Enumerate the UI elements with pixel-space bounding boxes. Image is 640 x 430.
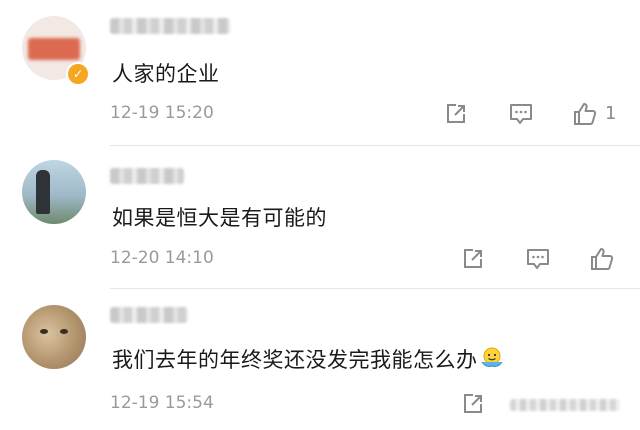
comment-timestamp: 12-19 15:54 [110,393,214,413]
verified-badge-icon: ✓ [66,62,90,86]
avatar[interactable] [22,305,86,369]
comment-text: 人家的企业 [112,62,220,86]
share-icon[interactable] [443,101,469,127]
avatar[interactable] [22,160,86,224]
like-count: 1 [605,103,617,124]
comment-item: 我们去年的年终奖还没发完我能怎么办 12-19 15:54 [0,289,640,430]
comment-text-content: 我们去年的年终奖还没发完我能怎么办 [112,348,478,372]
thumbs-up-icon[interactable] [572,101,598,127]
comment-text: 如果是恒大是有可能的 [112,206,327,230]
comment-text: 我们去年的年终奖还没发完我能怎么办 [112,344,504,374]
username-redacted[interactable] [110,168,184,184]
shrug-emoji-icon [481,347,502,367]
thumbs-up-icon[interactable] [589,246,615,272]
watermark-redacted [510,399,620,411]
username-redacted[interactable] [110,18,230,34]
comment-icon[interactable] [525,246,551,272]
share-icon[interactable] [460,391,486,417]
comment-timestamp: 12-20 14:10 [110,248,214,268]
comment-item: ✓ 人家的企业 12-19 15:20 1 [0,0,640,145]
username-redacted[interactable] [110,307,188,323]
comment-item: 如果是恒大是有可能的 12-20 14:10 [0,146,640,288]
comment-timestamp: 12-19 15:20 [110,103,214,123]
comment-icon[interactable] [508,101,534,127]
share-icon[interactable] [460,246,486,272]
